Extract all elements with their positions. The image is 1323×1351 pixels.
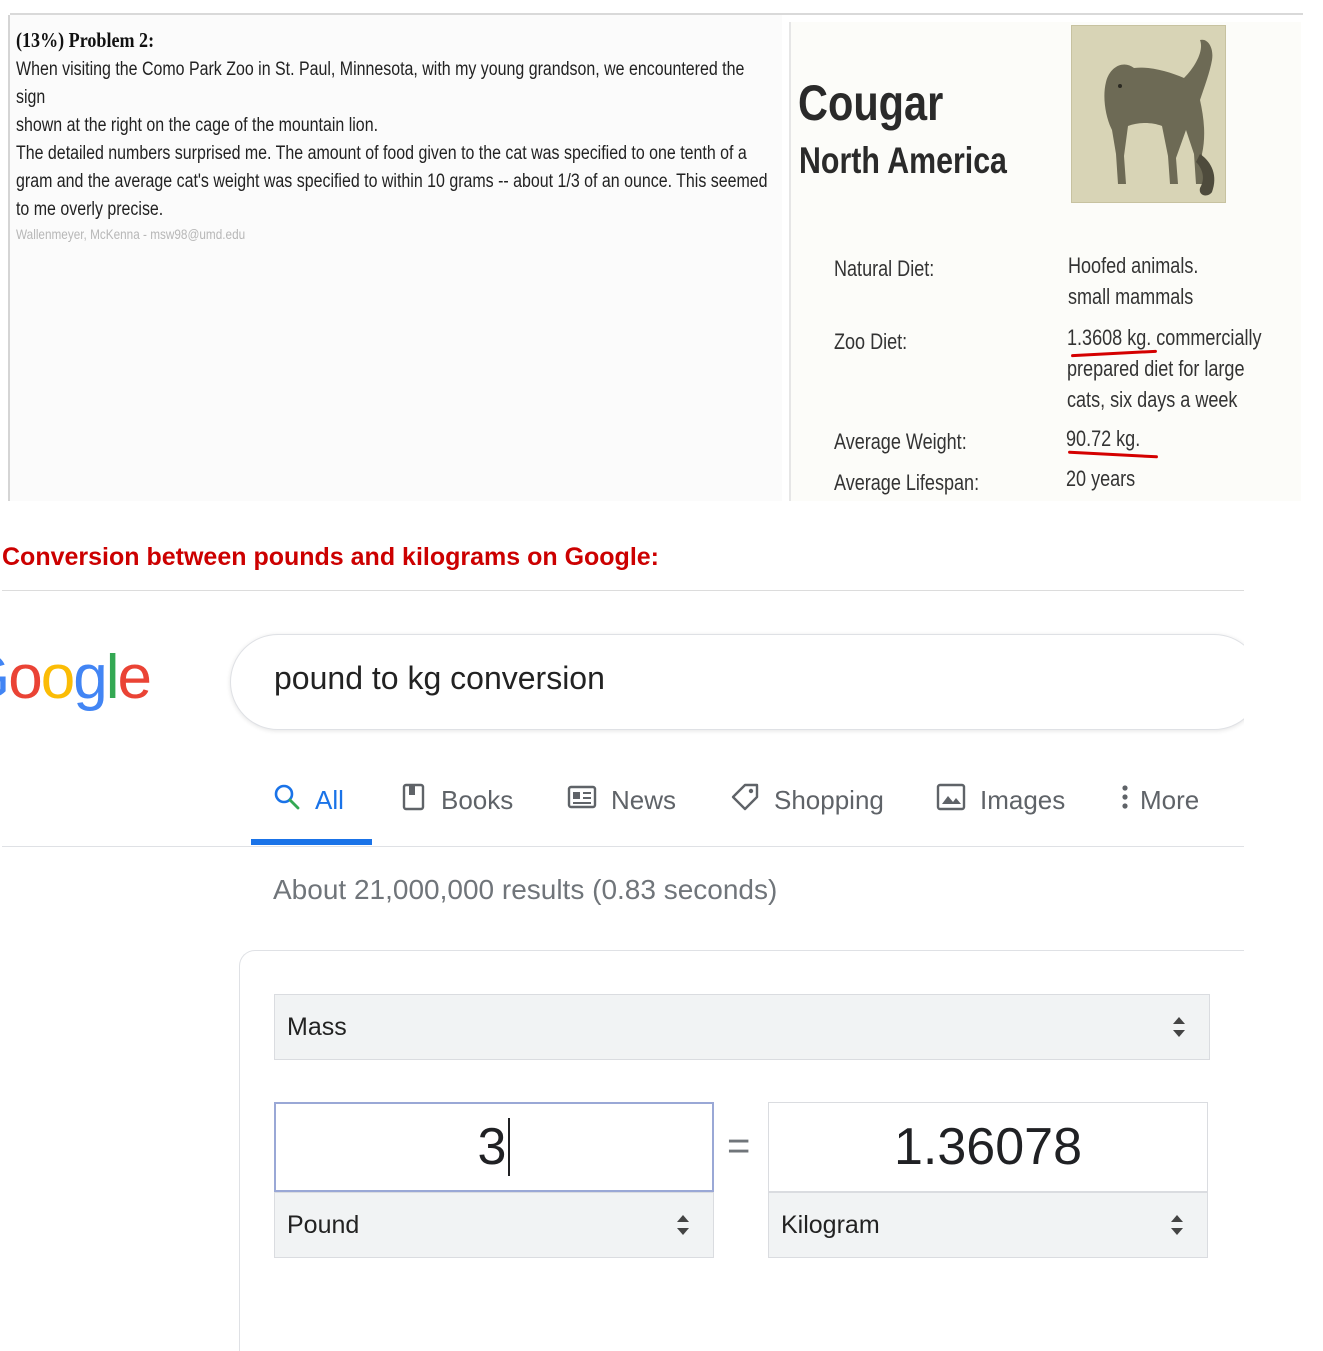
tab-label: Images: [980, 784, 1066, 815]
select-arrows-icon: [677, 1215, 689, 1235]
average-weight-label: Average Weight:: [834, 429, 967, 454]
sign-title: Cougar: [798, 75, 944, 131]
problem-line: When visiting the Como Park Zoo in St. P…: [16, 59, 745, 108]
logo-letter: o: [41, 643, 73, 712]
cougar-photo: [1071, 25, 1226, 203]
sign-value-line: 1.3608 kg. commercially: [1067, 325, 1262, 350]
active-tab-indicator: [251, 839, 372, 845]
tab-shopping[interactable]: Shopping: [730, 780, 884, 820]
natural-diet-value: Hoofed animals. small mammals: [1068, 250, 1198, 312]
category-select[interactable]: Mass: [274, 994, 1210, 1060]
sign-value-line: small mammals: [1068, 284, 1194, 309]
problem-line: shown at the right on the cage of the mo…: [16, 115, 379, 136]
logo-letter: o: [8, 643, 40, 712]
text-caret: [508, 1118, 511, 1176]
tab-label: All: [315, 784, 344, 815]
cougar-illustration: [1072, 26, 1225, 202]
equals-sign: =: [727, 1124, 751, 1168]
tab-more[interactable]: More: [1120, 780, 1199, 820]
average-lifespan-label: Average Lifespan:: [834, 470, 980, 495]
search-icon: [273, 783, 301, 818]
select-arrows-icon: [1173, 1017, 1185, 1037]
from-unit-select[interactable]: Pound: [274, 1192, 714, 1258]
tab-news[interactable]: News: [567, 780, 676, 820]
zoo-diet-label: Zoo Diet:: [834, 329, 908, 354]
average-lifespan-value: 20 years: [1066, 466, 1136, 491]
average-weight-value: 90.72 kg.: [1066, 426, 1141, 451]
problem-line: The detailed numbers surprised me. The a…: [16, 143, 747, 164]
problem-line: to me overly precise.: [16, 199, 164, 220]
book-icon: [401, 783, 427, 818]
logo-letter: G: [0, 643, 8, 712]
tab-label: Shopping: [774, 784, 884, 815]
logo-letter: l: [106, 643, 118, 712]
natural-diet-label: Natural Diet:: [834, 256, 935, 281]
problem-line: gram and the average cat's weight was sp…: [16, 171, 768, 192]
svg-text:Google: Google: [0, 643, 150, 712]
tab-books[interactable]: Books: [401, 780, 513, 820]
to-value-input[interactable]: 1.36078: [768, 1102, 1208, 1192]
tab-label: News: [611, 784, 677, 815]
problem-paragraph-2: The detailed numbers surprised me. The a…: [16, 140, 772, 224]
from-value: 3: [477, 1118, 507, 1176]
tab-label: Books: [441, 784, 514, 815]
logo-letter: e: [117, 643, 149, 712]
author-credit: Wallenmeyer, McKenna - msw98@umd.edu: [16, 226, 246, 242]
to-unit-select[interactable]: Kilogram: [768, 1192, 1208, 1258]
sign-value-line: Hoofed animals.: [1068, 253, 1199, 278]
more-vert-icon: [1120, 783, 1130, 818]
to-unit: Kilogram: [781, 1210, 880, 1239]
google-logo[interactable]: Google: [0, 642, 170, 722]
to-value: 1.36078: [894, 1118, 1082, 1176]
search-input[interactable]: pound to kg conversion: [274, 660, 605, 697]
page-edge-mask: [1244, 940, 1323, 1000]
from-unit: Pound: [287, 1210, 360, 1239]
sign-value-line: prepared diet for large: [1067, 356, 1245, 381]
divider: [2, 590, 1244, 591]
category-value: Mass: [287, 1012, 347, 1041]
results-stats: About 21,000,000 results (0.83 seconds): [273, 874, 778, 905]
page-edge-mask: [1244, 600, 1323, 860]
tab-label: More: [1140, 784, 1200, 815]
tag-icon: [730, 782, 760, 819]
from-value-input[interactable]: 3: [274, 1102, 714, 1192]
google-logo-mark: Google: [0, 643, 152, 712]
logo-letter: g: [73, 643, 105, 712]
problem-paragraph-1: When visiting the Como Park Zoo in St. P…: [16, 56, 772, 140]
section-heading: Conversion between pounds and kilograms …: [2, 543, 660, 571]
news-icon: [567, 784, 597, 817]
image-icon: [936, 783, 966, 818]
select-arrows-icon: [1171, 1215, 1183, 1235]
divider: [2, 846, 1244, 847]
zoo-diet-value: 1.3608 kg. commercially prepared diet fo…: [1067, 322, 1262, 415]
sign-value-line: cats, six days a week: [1067, 387, 1238, 412]
problem-title: (13%) Problem 2:: [16, 28, 155, 52]
sign-region: North America: [799, 140, 1007, 181]
tab-all[interactable]: All: [273, 780, 344, 820]
tab-images[interactable]: Images: [936, 780, 1065, 820]
